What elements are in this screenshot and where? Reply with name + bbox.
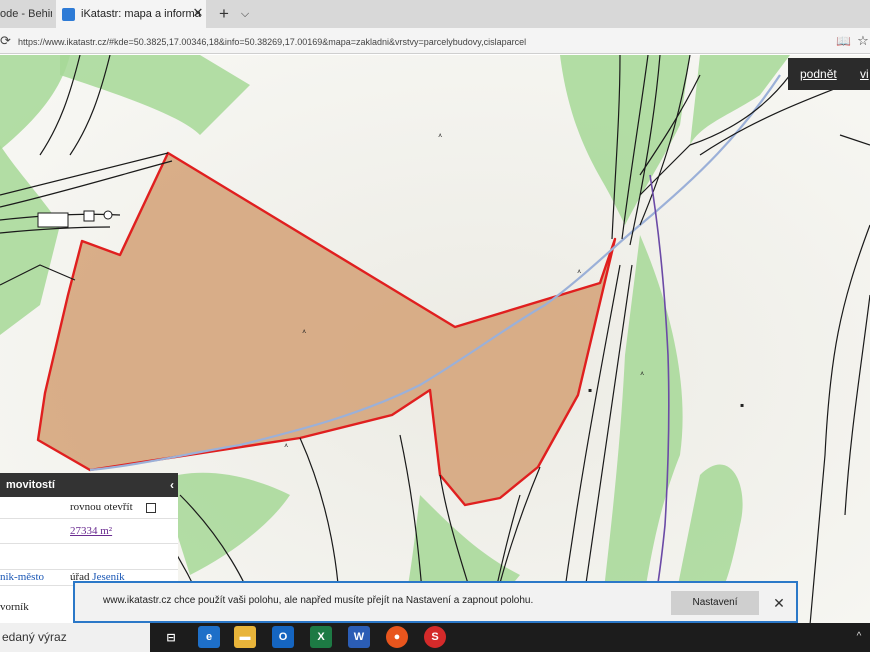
svg-text:▪: ▪ xyxy=(740,402,744,409)
svg-text:▪: ▪ xyxy=(588,387,592,394)
favorite-star-icon[interactable]: ☆ xyxy=(856,33,870,49)
map-toolbar: podnět vi xyxy=(788,58,870,90)
close-notification-icon[interactable]: ✕ xyxy=(771,593,787,613)
svg-text:⋏: ⋏ xyxy=(302,328,307,335)
podnet-button[interactable]: podnět xyxy=(800,67,837,81)
app-s-icon[interactable]: S xyxy=(424,626,446,648)
location-permission-text: www.ikatastr.cz chce použít vaši polohu,… xyxy=(103,595,534,606)
file-explorer-icon[interactable]: ▬ xyxy=(234,626,256,648)
taskbar: edaný výraz ⊟ e ▬ O X W ● S ^ xyxy=(0,623,870,652)
panel-divider xyxy=(0,569,178,570)
edge-icon[interactable]: e xyxy=(198,626,220,648)
tab-ikatastr[interactable]: iKatastr: mapa a informa xyxy=(56,0,206,28)
panel-title: movitostí xyxy=(6,479,55,491)
reading-view-icon[interactable]: 📖 xyxy=(836,33,851,49)
outlook-icon[interactable]: O xyxy=(272,626,294,648)
collapse-panel-icon[interactable]: ‹ xyxy=(170,473,174,497)
svg-text:⋏: ⋏ xyxy=(438,132,443,139)
cadastral-map[interactable]: ⋏ ⋏ ⋏ ⋏ ⋏ ▪ ▪ podnět vi movitostí ‹ rovn… xyxy=(0,55,870,625)
tab-previous[interactable]: ode - Behin xyxy=(0,0,52,28)
panel-divider xyxy=(0,543,178,544)
location-permission-bar: www.ikatastr.cz chce použít vaši polohu,… xyxy=(73,581,798,623)
tab-previous-label: ode - Behin xyxy=(0,8,52,20)
settings-button[interactable]: Nastavení xyxy=(671,591,759,615)
vice-button[interactable]: vi xyxy=(860,67,869,81)
show-hidden-icons-icon[interactable]: ^ xyxy=(852,629,866,645)
refresh-icon[interactable]: ⟳ xyxy=(0,33,12,49)
url-field[interactable]: https://www.ikatastr.cz/#kde=50.3825,17.… xyxy=(18,34,778,50)
screen: ode - Behin iKatastr: mapa a informa ✕ +… xyxy=(0,0,870,652)
taskbar-search-input[interactable]: edaný výraz xyxy=(0,623,150,652)
svg-text:⋏: ⋏ xyxy=(284,442,289,449)
municipality-link[interactable]: nik-město xyxy=(0,571,44,583)
firefox-icon[interactable]: ● xyxy=(386,626,408,648)
address-bar: ⟳ https://www.ikatastr.cz/#kde=50.3825,1… xyxy=(0,28,870,54)
owner-label: vorník xyxy=(0,601,29,613)
close-tab-icon[interactable]: ✕ xyxy=(190,5,206,21)
excel-icon[interactable]: X xyxy=(310,626,332,648)
tab-list-chevron-icon[interactable]: ⌵ xyxy=(236,4,254,24)
new-tab-icon[interactable]: + xyxy=(214,4,234,24)
tab-ikatastr-label: iKatastr: mapa a informa xyxy=(81,8,201,20)
svg-text:⋏: ⋏ xyxy=(640,370,645,377)
word-icon[interactable]: W xyxy=(348,626,370,648)
open-directly-label: rovnou otevřít xyxy=(70,501,133,513)
svg-text:⋏: ⋏ xyxy=(577,268,582,275)
panel-divider xyxy=(0,518,178,519)
parcel-area-link[interactable]: 27334 m² xyxy=(70,525,112,537)
panel-header: movitostí ‹ xyxy=(0,473,178,497)
open-directly-checkbox[interactable] xyxy=(146,503,156,513)
task-view-icon[interactable]: ⊟ xyxy=(160,626,182,648)
ikatastr-favicon-icon xyxy=(62,7,75,21)
tab-strip: ode - Behin iKatastr: mapa a informa ✕ +… xyxy=(0,0,870,28)
